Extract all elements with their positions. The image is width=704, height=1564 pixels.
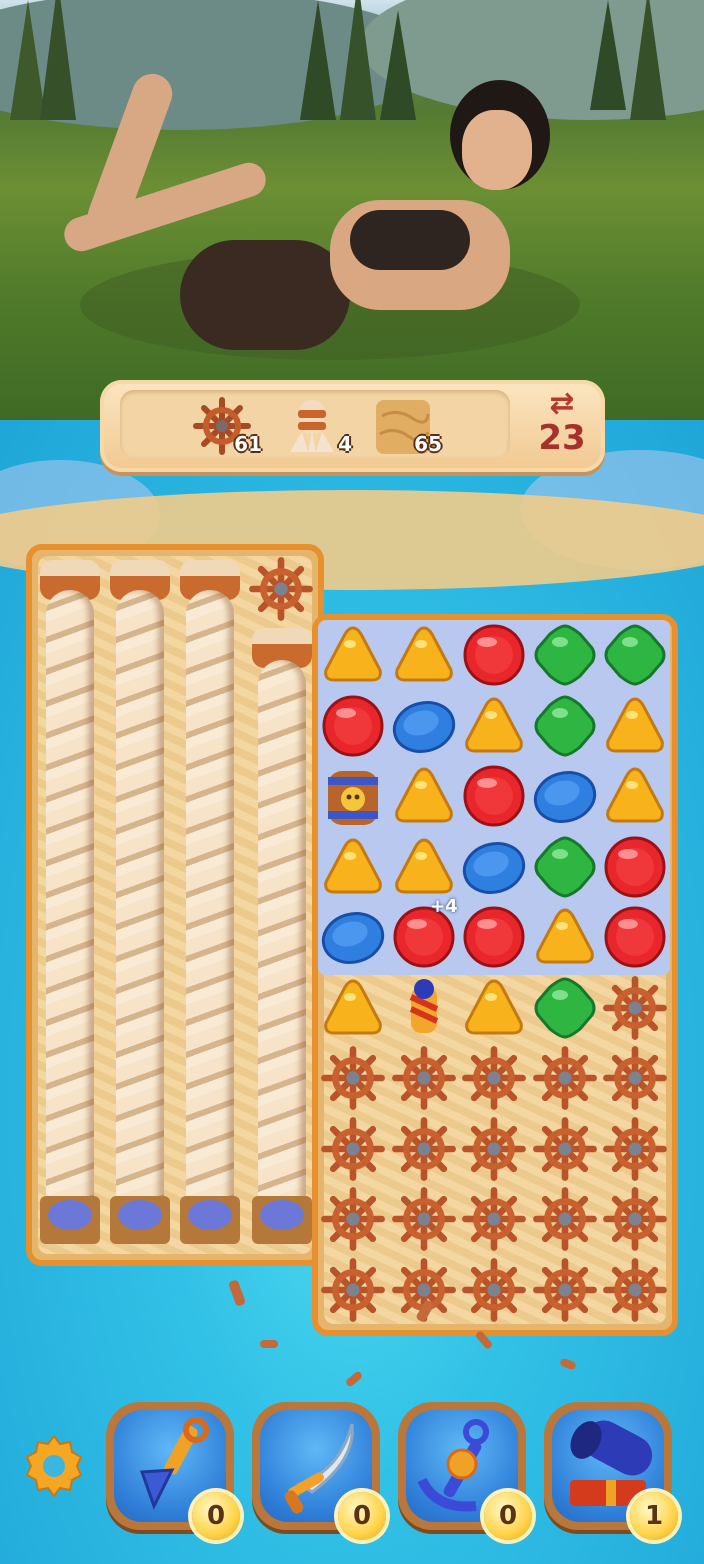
goal-ship-wheel: 61 [192, 396, 262, 456]
booster-shovel[interactable]: 0 [106, 1402, 240, 1540]
booster-bar: 0 0 0 1 [0, 1396, 704, 1546]
red-circle-tile[interactable] [320, 693, 390, 763]
ship-wheel-tile[interactable] [391, 1116, 461, 1186]
red-circle-tile[interactable] [602, 834, 672, 904]
ship-wheel-tile[interactable] [320, 1257, 390, 1327]
ship-wheel-tile[interactable] [532, 1116, 602, 1186]
blue-oval-tile[interactable] [391, 693, 461, 763]
firework-rocket-tile[interactable] [391, 975, 461, 1045]
blue-oval-tile[interactable] [320, 904, 390, 974]
red-circle-tile[interactable] [461, 763, 531, 833]
ship-wheel-tile[interactable] [391, 1045, 461, 1115]
booster-cannon[interactable]: 1 [544, 1402, 678, 1540]
ship-wheel-tile[interactable] [532, 1045, 602, 1115]
yellow-triangle-tile[interactable] [320, 622, 390, 692]
ship-wheel-tile[interactable] [602, 1257, 672, 1327]
yellow-triangle-tile[interactable] [602, 763, 672, 833]
green-diamond-tile[interactable] [532, 622, 602, 692]
green-diamond-tile[interactable] [532, 834, 602, 904]
background-meadow-scene [0, 0, 704, 420]
ship-wheel-tile[interactable] [532, 1186, 602, 1256]
goal-sand: 65 [372, 396, 442, 456]
rope-base [110, 1196, 170, 1244]
rope-obstacle[interactable] [116, 590, 164, 1230]
character-artwork [59, 68, 550, 360]
goal-count-ship-wheel: 61 [234, 432, 262, 456]
goals-bar: 61 4 65 ⇄ 23 [100, 380, 605, 472]
yellow-triangle-tile[interactable] [320, 975, 390, 1045]
blue-oval-tile[interactable] [532, 763, 602, 833]
yellow-triangle-tile[interactable] [391, 622, 461, 692]
green-diamond-tile[interactable] [532, 693, 602, 763]
booster-sabre[interactable]: 0 [252, 1402, 386, 1540]
goal-count-sand: 65 [414, 432, 442, 456]
yellow-triangle-tile[interactable] [391, 763, 461, 833]
rope-obstacle[interactable] [258, 660, 306, 1230]
rope-obstacle[interactable] [46, 590, 94, 1230]
red-circle-tile[interactable] [461, 622, 531, 692]
swap-arrows-icon: ⇄ [549, 386, 575, 421]
rope-obstacle[interactable] [186, 590, 234, 1230]
goals-panel: 61 4 65 [120, 390, 510, 458]
booster-count-shovel: 0 [192, 1492, 240, 1540]
ship-wheel-tile[interactable] [461, 1116, 531, 1186]
green-diamond-tile[interactable] [602, 622, 672, 692]
yellow-triangle-tile[interactable] [461, 975, 531, 1045]
rope-base [40, 1196, 100, 1244]
booster-count-sabre: 0 [338, 1492, 386, 1540]
debris-particle [260, 1340, 278, 1348]
rope-icon [290, 400, 334, 452]
yellow-triangle-tile[interactable] [602, 693, 672, 763]
pirate-barrel-tile[interactable] [320, 763, 390, 833]
rope-base [180, 1196, 240, 1244]
ship-wheel-tile[interactable] [602, 1045, 672, 1115]
ship-wheel-tile[interactable] [391, 1186, 461, 1256]
moves-count: 23 [538, 418, 586, 458]
booster-count-cannon: 1 [630, 1492, 678, 1540]
goal-count-rope: 4 [338, 432, 352, 456]
yellow-triangle-tile[interactable] [532, 904, 602, 974]
ship-wheel-tile[interactable] [602, 1186, 672, 1256]
ship-wheel-tile[interactable] [461, 1257, 531, 1327]
ship-wheel-tile[interactable] [320, 1045, 390, 1115]
yellow-triangle-tile[interactable] [461, 693, 531, 763]
moves-counter: ⇄ 23 [530, 388, 594, 464]
booster-anchor[interactable]: 0 [398, 1402, 532, 1540]
ship-wheel-tile[interactable] [320, 1116, 390, 1186]
goal-rope: 4 [282, 396, 352, 456]
red-circle-tile[interactable] [602, 904, 672, 974]
ship-wheel-tile[interactable] [532, 1257, 602, 1327]
yellow-triangle-tile[interactable] [320, 834, 390, 904]
combo-text: +4 [430, 896, 458, 917]
yellow-triangle-tile[interactable] [391, 834, 461, 904]
green-diamond-tile[interactable] [532, 975, 602, 1045]
rope-base [252, 1196, 312, 1244]
ship-wheel-tile[interactable] [248, 556, 314, 622]
ship-wheel-tile[interactable] [461, 1186, 531, 1256]
red-circle-tile[interactable] [461, 904, 531, 974]
ship-wheel-tile[interactable] [320, 1186, 390, 1256]
booster-count-anchor: 0 [484, 1492, 532, 1540]
ship-wheel-tile[interactable] [602, 975, 672, 1045]
blue-oval-tile[interactable] [461, 834, 531, 904]
ship-wheel-tile[interactable] [461, 1045, 531, 1115]
ship-wheel-tile[interactable] [602, 1116, 672, 1186]
